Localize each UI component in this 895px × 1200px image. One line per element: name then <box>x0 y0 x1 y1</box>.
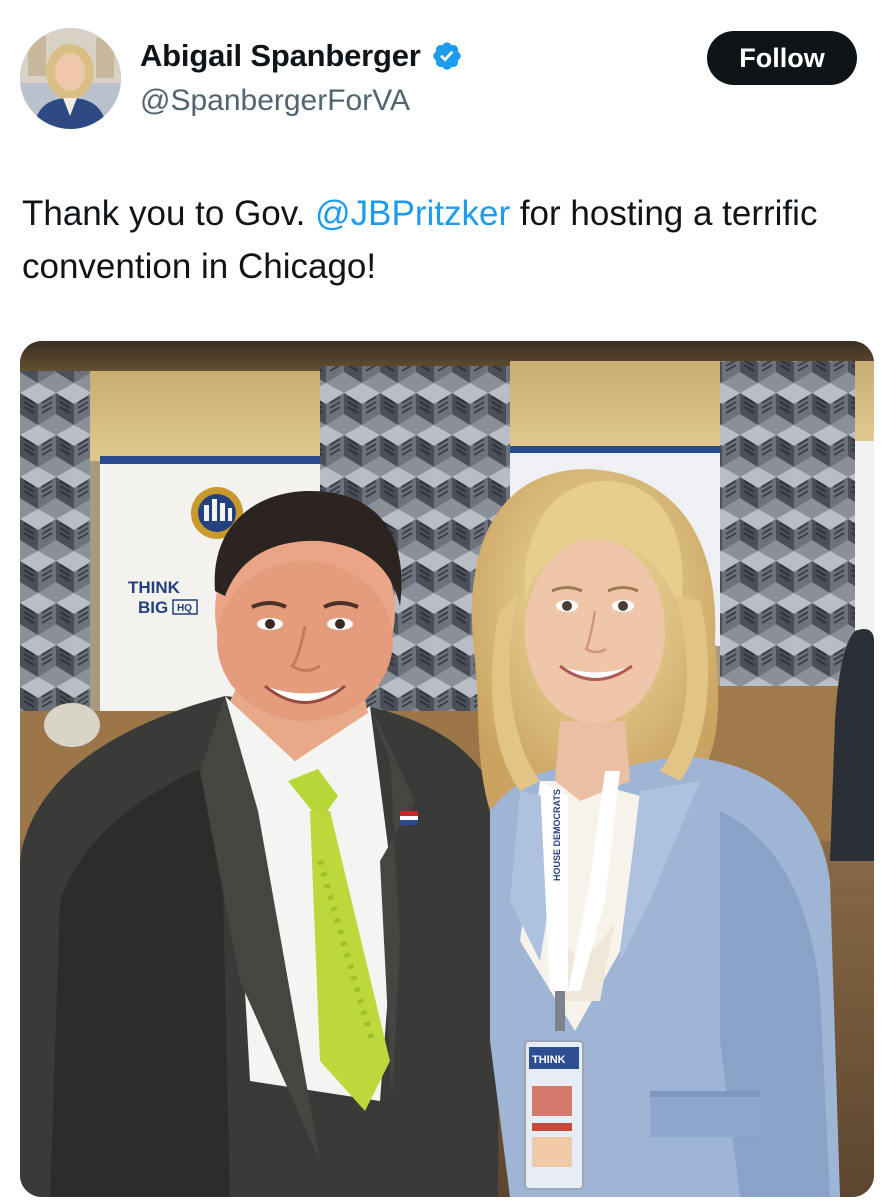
banner-think-text: THINK <box>128 578 181 597</box>
author-handle[interactable]: @SpanbergerForVA <box>140 84 410 118</box>
mention-link[interactable]: @JBPritzker <box>315 194 510 233</box>
photo-image: THINK BIG HQ HOUSE DEMOCRATS THINK <box>20 341 874 1197</box>
lanyard-text: HOUSE DEMOCRATS <box>552 789 562 881</box>
badge-text: THINK <box>532 1054 566 1066</box>
banner-big-text: BIG <box>138 598 168 617</box>
author-name-row[interactable]: Abigail Spanberger <box>140 38 463 74</box>
verified-badge-icon <box>431 40 463 72</box>
follow-button[interactable]: Follow <box>707 31 857 85</box>
tweet-text-part1: Thank you to Gov. <box>22 194 316 233</box>
banner-hq-text: HQ <box>177 603 192 614</box>
tweet-text: Thank you to Gov. @JBPritzker for hostin… <box>22 187 862 293</box>
avatar-image <box>20 28 121 129</box>
avatar[interactable] <box>20 28 121 129</box>
display-name[interactable]: Abigail Spanberger <box>140 38 421 74</box>
tweet-photo[interactable]: THINK BIG HQ HOUSE DEMOCRATS THINK <box>20 341 874 1197</box>
